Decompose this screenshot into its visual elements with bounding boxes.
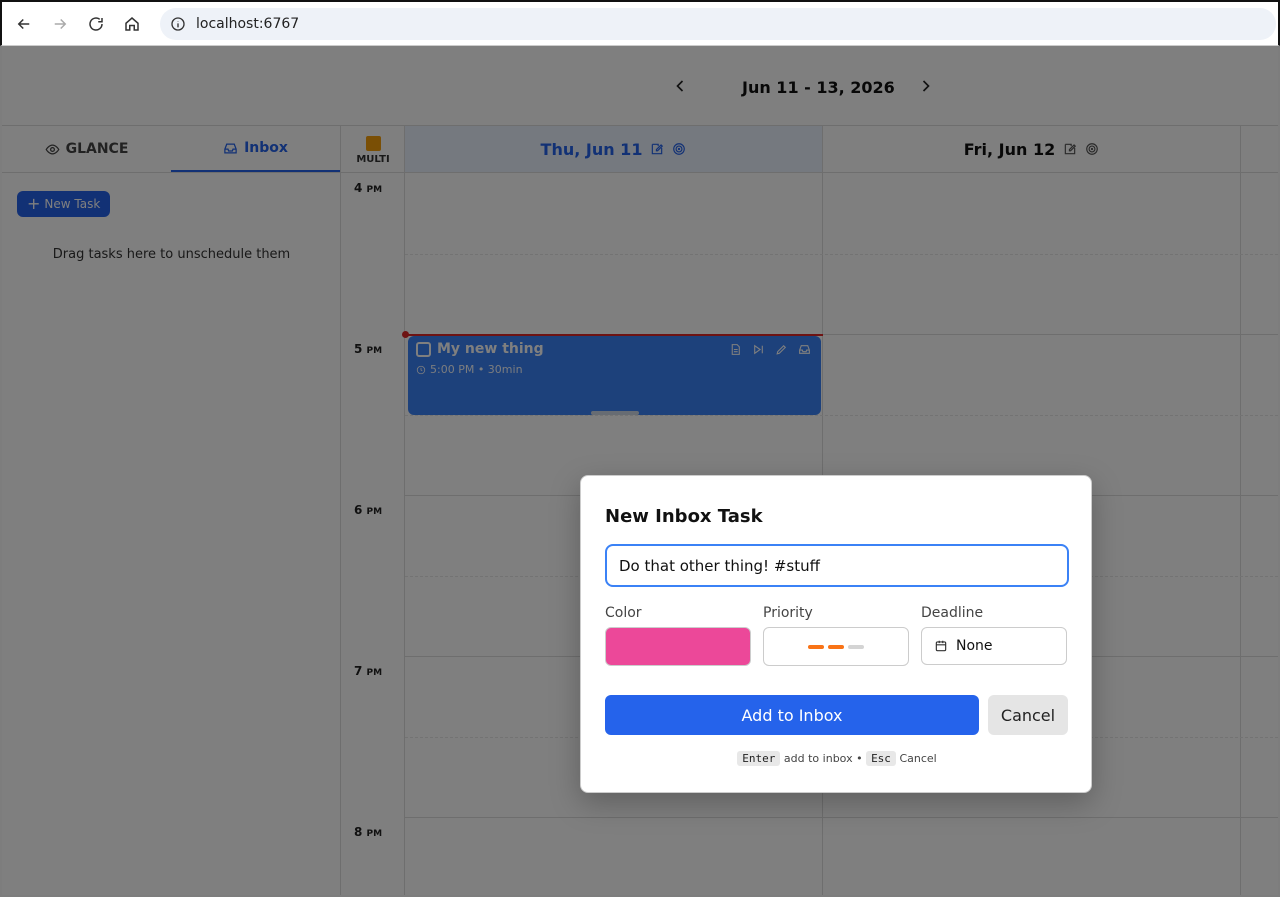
hint-text: Cancel [899,752,937,765]
info-icon [171,17,185,31]
reload-icon [89,16,103,31]
color-picker[interactable] [605,627,751,666]
dialog-title: New Inbox Task [605,506,763,527]
new-inbox-task-dialog: New Inbox Task Color Priority Deadline N… [580,475,1092,793]
reload-button[interactable] [78,6,114,42]
hint-text: add to inbox • [783,752,863,765]
forward-button[interactable] [42,6,78,42]
priority-level-1[interactable] [808,644,824,649]
arrow-left-icon [17,18,30,29]
priority-selector[interactable] [763,627,909,666]
arrow-right-icon [54,18,67,29]
color-label: Color [605,605,642,621]
cancel-button[interactable]: Cancel [988,695,1068,735]
calendar-icon [935,640,947,652]
deadline-value: None [956,638,993,654]
priority-level-2[interactable] [828,644,844,649]
task-title-input[interactable] [605,544,1069,587]
deadline-picker[interactable]: None [921,627,1067,665]
back-button[interactable] [6,6,42,42]
deadline-label: Deadline [921,605,984,621]
enter-key: Enter [737,751,781,766]
browser-toolbar: localhost:6767 [0,0,1280,46]
home-button[interactable] [114,6,150,42]
priority-label: Priority [763,605,813,621]
keyboard-hint: Enter add to inbox • Esc Cancel [581,751,1093,766]
add-to-inbox-button[interactable]: Add to Inbox [605,695,979,735]
priority-level-3[interactable] [848,644,864,649]
esc-key: Esc [866,751,896,766]
url-text: localhost:6767 [196,16,300,32]
home-icon [125,16,139,31]
address-bar[interactable]: localhost:6767 [160,8,1276,40]
